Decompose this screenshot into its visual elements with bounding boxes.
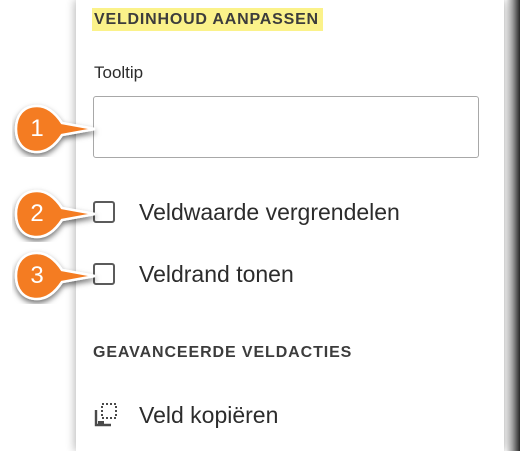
window-edge-shadow — [506, 0, 520, 451]
show-field-border-option[interactable]: Veldrand tonen — [93, 260, 294, 288]
tooltip-input[interactable] — [93, 96, 479, 158]
section-title-veldinhoud: VELDINHOUD AANPASSEN — [92, 8, 323, 31]
callout-marker-1: 1 — [12, 101, 104, 157]
copy-field-label: Veld kopiëren — [139, 401, 279, 428]
callout-marker-3: 3 — [12, 248, 104, 304]
show-field-border-label: Veldrand tonen — [139, 260, 294, 287]
section-title-advanced: GEAVANCEERDE VELDACTIES — [93, 344, 353, 361]
copy-field-action[interactable]: Veld kopiëren — [93, 400, 278, 430]
copy-field-icon — [94, 403, 117, 427]
tooltip-label: Tooltip — [94, 63, 144, 82]
lock-field-value-label: Veldwaarde vergrendelen — [139, 198, 400, 225]
callout-number-1: 1 — [30, 115, 44, 142]
lock-field-value-option[interactable]: Veldwaarde vergrendelen — [93, 198, 400, 226]
callout-number-3: 3 — [30, 262, 44, 289]
callout-marker-2: 2 — [12, 186, 104, 242]
callout-number-2: 2 — [30, 200, 44, 227]
field-properties-panel: VELDINHOUD AANPASSEN Tooltip Veldwaarde … — [76, 0, 504, 451]
